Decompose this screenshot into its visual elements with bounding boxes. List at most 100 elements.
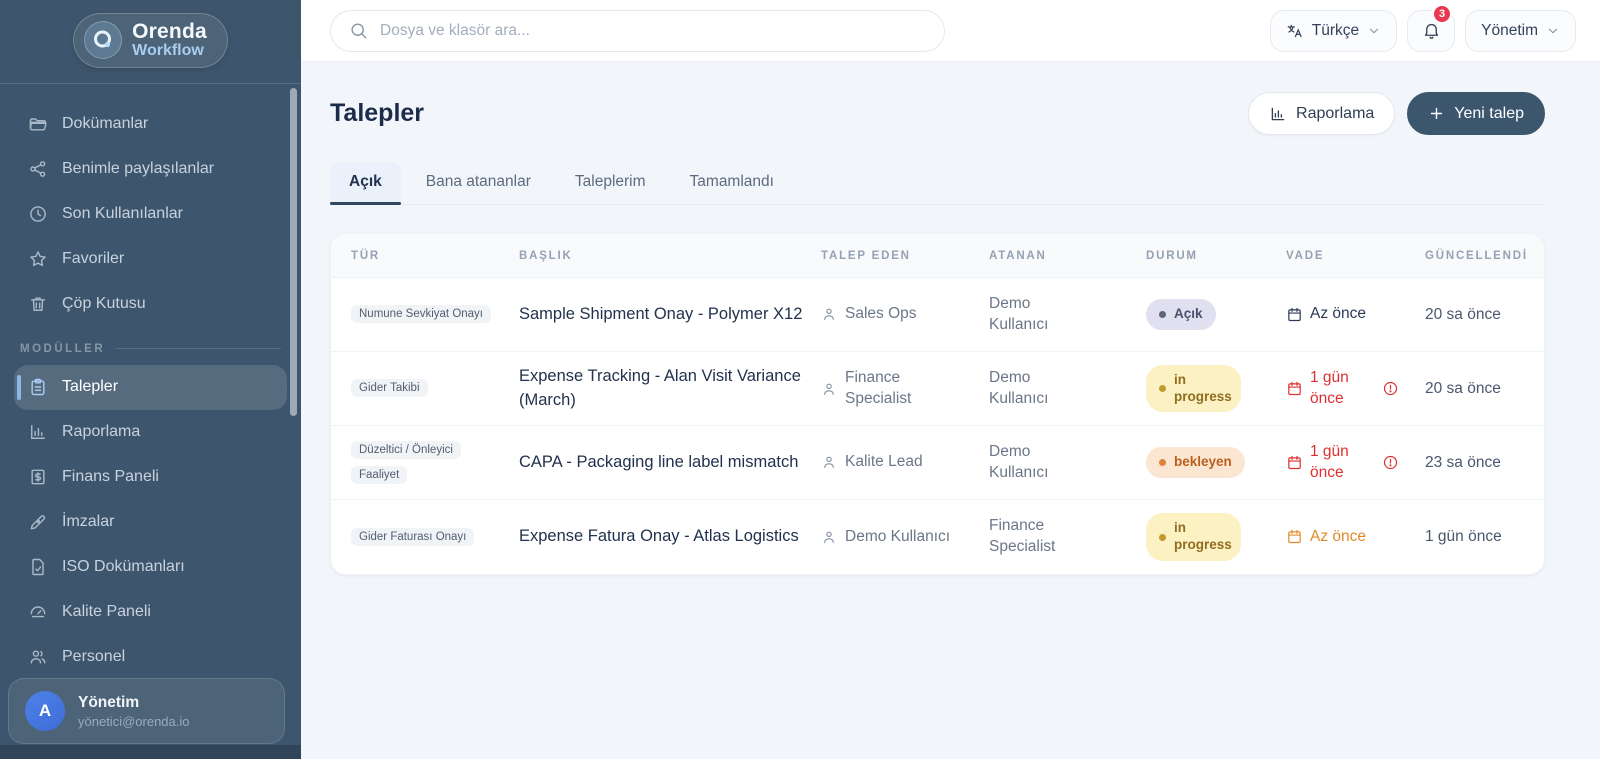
star-icon xyxy=(28,249,48,269)
trash-icon xyxy=(28,294,48,314)
tab-taleplerim[interactable]: Taleplerim xyxy=(556,162,665,204)
sidebar-item-talepler[interactable]: Talepler xyxy=(14,364,287,410)
sidebar-item-personel[interactable]: Personel xyxy=(14,635,287,680)
global-search[interactable] xyxy=(330,9,945,52)
table-row[interactable]: Numune Sevkiyat Onayı Sample Shipment On… xyxy=(331,278,1544,352)
sidebar-item-label: Personel xyxy=(62,648,126,666)
bell-icon xyxy=(1422,21,1441,40)
table-row[interactable]: Gider Faturası Onayı Expense Fatura Onay… xyxy=(331,500,1544,574)
users-icon xyxy=(28,647,48,667)
requester-name: Kalite Lead xyxy=(845,453,923,471)
calendar-icon xyxy=(1286,528,1303,545)
request-title: Expense Fatura Onay - Atlas Logistics xyxy=(519,527,799,546)
requester-name: Sales Ops xyxy=(845,305,917,323)
sidebar: Orenda Workflow Dokümanlar Benimle payla… xyxy=(0,0,301,759)
updated-label: 1 gün önce xyxy=(1425,528,1502,545)
tab-bana-atananlar[interactable]: Bana atananlar xyxy=(407,162,550,204)
table-row[interactable]: Düzeltici / Önleyici Faaliyet CAPA - Pac… xyxy=(331,426,1544,500)
tab-tamamlandi[interactable]: Tamamlandı xyxy=(671,162,793,204)
search-icon xyxy=(349,21,368,40)
new-request-button[interactable]: Yeni talep xyxy=(1407,92,1545,135)
assignee-name: Demo Kullanıcı xyxy=(989,368,1049,407)
sidebar-item-imzalar[interactable]: İmzalar xyxy=(14,500,287,545)
page-content: Talepler Raporlama Yeni talep Açık Bana … xyxy=(301,62,1600,759)
requester-name: Demo Kullanıcı xyxy=(845,527,951,545)
due-cell: 1 gün önce xyxy=(1286,368,1425,408)
col-tur: TÜR xyxy=(351,249,381,262)
avatar: A xyxy=(25,691,65,731)
sidebar-item-label: Talepler xyxy=(62,378,119,396)
tab-acik[interactable]: Açık xyxy=(330,162,401,205)
sidebar-item-label: Kalite Paneli xyxy=(62,603,151,621)
sidebar-divider xyxy=(0,82,301,84)
updated-label: 20 sa önce xyxy=(1425,379,1501,397)
language-selector[interactable]: Türkçe xyxy=(1269,9,1398,52)
col-durum: DURUM xyxy=(1146,249,1198,262)
share-icon xyxy=(28,159,48,179)
sidebar-item-paylasilanlar[interactable]: Benimle paylaşılanlar xyxy=(14,147,287,192)
col-guncellendi: GÜNCELLENDİ xyxy=(1425,249,1528,262)
pen-icon xyxy=(28,512,48,532)
person-icon xyxy=(821,381,837,397)
finance-icon xyxy=(28,467,48,487)
type-badge: Numune Sevkiyat Onayı xyxy=(351,305,492,324)
sidebar-item-iso-dokumanlari[interactable]: ISO Dokümanları xyxy=(14,545,287,590)
section-label: MODÜLLER xyxy=(20,342,106,355)
main-area: Türkçe 3 Yönetim Talepler xyxy=(301,0,1600,759)
user-menu-button[interactable]: Yönetim xyxy=(1465,9,1576,52)
due-label: Az önce xyxy=(1310,527,1367,545)
request-tabs: Açık Bana atananlar Taleplerim Tamamland… xyxy=(330,162,1545,205)
sidebar-item-dokumanlar[interactable]: Dokümanlar xyxy=(14,102,287,147)
sidebar-item-cop-kutusu[interactable]: Çöp Kutusu xyxy=(14,282,287,327)
page-title: Talepler xyxy=(330,99,425,127)
chevron-down-icon xyxy=(1367,24,1381,38)
sidebar-item-label: İmzalar xyxy=(62,513,115,531)
sidebar-item-favoriler[interactable]: Favoriler xyxy=(14,237,287,282)
col-talep-eden: TALEP EDEN xyxy=(821,249,911,262)
status-dot-icon xyxy=(1159,311,1166,318)
sidebar-scrollbar[interactable] xyxy=(290,88,297,416)
sidebar-item-label: Raporlama xyxy=(62,423,141,441)
requester-name: Finance Specialist xyxy=(845,368,912,407)
requests-table: TÜR BAŞLIK TALEP EDEN ATANAN DURUM VADE … xyxy=(330,233,1545,575)
search-input[interactable] xyxy=(380,21,926,40)
due-cell: 1 gün önce xyxy=(1286,442,1425,482)
sidebar-item-label: Son Kullanılanlar xyxy=(62,205,183,223)
request-title: Expense Tracking - Alan Visit Variance (… xyxy=(519,366,801,409)
alert-circle-icon xyxy=(1382,454,1399,471)
type-badge: Gider Takibi xyxy=(351,379,428,398)
status-dot-icon xyxy=(1159,385,1166,392)
sidebar-item-finans-paneli[interactable]: Finans Paneli xyxy=(14,455,287,500)
updated-label: 20 sa önce xyxy=(1425,305,1501,323)
sidebar-item-son-kullanilanlar[interactable]: Son Kullanılanlar xyxy=(14,192,287,237)
sidebar-item-kalite-paneli[interactable]: Kalite Paneli xyxy=(14,590,287,635)
requester-cell: Kalite Lead xyxy=(821,452,989,473)
alert-circle-icon xyxy=(1382,380,1399,397)
user-email: yönetici@orenda.io xyxy=(78,713,190,729)
status-badge: in progress xyxy=(1146,513,1241,561)
sidebar-user-card[interactable]: A Yönetim yönetici@orenda.io xyxy=(8,678,285,744)
table-row[interactable]: Gider Takibi Expense Tracking - Alan Vis… xyxy=(331,352,1544,426)
sidebar-section-moduller: MODÜLLER xyxy=(0,327,301,363)
calendar-icon xyxy=(1286,380,1303,397)
translate-icon xyxy=(1286,22,1304,40)
sidebar-item-raporlama[interactable]: Raporlama xyxy=(14,410,287,455)
sidebar-item-label: Finans Paneli xyxy=(62,468,159,486)
brand-name: Orenda xyxy=(132,20,207,43)
report-button[interactable]: Raporlama xyxy=(1248,92,1396,135)
notifications-button[interactable]: 3 xyxy=(1407,3,1456,52)
report-button-label: Raporlama xyxy=(1296,104,1375,122)
col-baslik: BAŞLIK xyxy=(519,249,573,262)
status-dot-icon xyxy=(1159,459,1166,466)
requester-cell: Demo Kullanıcı xyxy=(821,527,989,548)
request-title: CAPA - Packaging line label mismatch xyxy=(519,452,799,471)
active-accent-bar xyxy=(17,374,21,400)
status-badge: Açık xyxy=(1146,299,1216,330)
sidebar-item-label: Çöp Kutusu xyxy=(62,295,146,313)
brand-ring-icon xyxy=(84,21,123,60)
status-badge: bekleyen xyxy=(1146,447,1245,478)
gauge-icon xyxy=(28,602,48,622)
col-atanan: ATANAN xyxy=(989,249,1047,262)
brand-logo[interactable]: Orenda Workflow xyxy=(73,13,228,68)
assignee-name: Finance Specialist xyxy=(989,517,1056,555)
